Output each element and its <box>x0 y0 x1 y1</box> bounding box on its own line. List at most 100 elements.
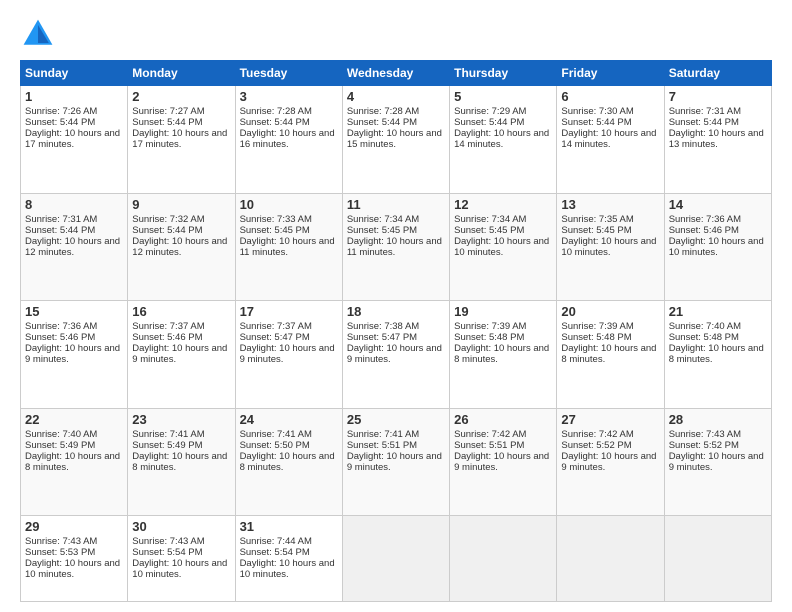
calendar-cell: 3 Sunrise: 7:28 AM Sunset: 5:44 PM Dayli… <box>235 86 342 194</box>
sunset: Sunset: 5:51 PM <box>347 440 417 451</box>
day-number: 9 <box>132 197 230 212</box>
day-number: 12 <box>454 197 552 212</box>
sunrise: Sunrise: 7:31 AM <box>25 214 97 225</box>
day-number: 29 <box>25 519 123 534</box>
daylight: Daylight: 10 hours and 9 minutes. <box>132 343 227 365</box>
sunrise: Sunrise: 7:41 AM <box>132 429 204 440</box>
sunrise: Sunrise: 7:43 AM <box>669 429 741 440</box>
calendar-cell <box>450 516 557 602</box>
sunset: Sunset: 5:47 PM <box>240 332 310 343</box>
calendar-cell: 18 Sunrise: 7:38 AM Sunset: 5:47 PM Dayl… <box>342 301 449 409</box>
calendar-cell: 6 Sunrise: 7:30 AM Sunset: 5:44 PM Dayli… <box>557 86 664 194</box>
sunrise: Sunrise: 7:37 AM <box>240 321 312 332</box>
sunrise: Sunrise: 7:44 AM <box>240 536 312 547</box>
calendar-cell: 27 Sunrise: 7:42 AM Sunset: 5:52 PM Dayl… <box>557 408 664 516</box>
sunrise: Sunrise: 7:40 AM <box>25 429 97 440</box>
sunset: Sunset: 5:44 PM <box>561 117 631 128</box>
sunset: Sunset: 5:48 PM <box>454 332 524 343</box>
logo-icon <box>20 16 56 52</box>
day-number: 19 <box>454 304 552 319</box>
day-number: 2 <box>132 89 230 104</box>
daylight: Daylight: 10 hours and 17 minutes. <box>25 128 120 150</box>
daylight: Daylight: 10 hours and 8 minutes. <box>240 451 335 473</box>
sunset: Sunset: 5:46 PM <box>132 332 202 343</box>
daylight: Daylight: 10 hours and 12 minutes. <box>25 236 120 258</box>
calendar-cell: 13 Sunrise: 7:35 AM Sunset: 5:45 PM Dayl… <box>557 193 664 301</box>
sunset: Sunset: 5:46 PM <box>25 332 95 343</box>
sunrise: Sunrise: 7:43 AM <box>25 536 97 547</box>
sunset: Sunset: 5:45 PM <box>240 225 310 236</box>
day-number: 31 <box>240 519 338 534</box>
daylight: Daylight: 10 hours and 17 minutes. <box>132 128 227 150</box>
logo <box>20 16 60 52</box>
daylight: Daylight: 10 hours and 10 minutes. <box>25 558 120 580</box>
calendar-cell: 9 Sunrise: 7:32 AM Sunset: 5:44 PM Dayli… <box>128 193 235 301</box>
calendar-cell: 20 Sunrise: 7:39 AM Sunset: 5:48 PM Dayl… <box>557 301 664 409</box>
day-number: 14 <box>669 197 767 212</box>
sunset: Sunset: 5:54 PM <box>132 547 202 558</box>
calendar-cell: 19 Sunrise: 7:39 AM Sunset: 5:48 PM Dayl… <box>450 301 557 409</box>
calendar-cell: 31 Sunrise: 7:44 AM Sunset: 5:54 PM Dayl… <box>235 516 342 602</box>
calendar-cell: 30 Sunrise: 7:43 AM Sunset: 5:54 PM Dayl… <box>128 516 235 602</box>
sunrise: Sunrise: 7:34 AM <box>347 214 419 225</box>
sunset: Sunset: 5:45 PM <box>561 225 631 236</box>
day-number: 21 <box>669 304 767 319</box>
daylight: Daylight: 10 hours and 15 minutes. <box>347 128 442 150</box>
daylight: Daylight: 10 hours and 9 minutes. <box>669 451 764 473</box>
week-row-4: 22 Sunrise: 7:40 AM Sunset: 5:49 PM Dayl… <box>21 408 772 516</box>
sunrise: Sunrise: 7:42 AM <box>454 429 526 440</box>
sunrise: Sunrise: 7:30 AM <box>561 106 633 117</box>
day-number: 4 <box>347 89 445 104</box>
sunset: Sunset: 5:54 PM <box>240 547 310 558</box>
calendar-cell <box>664 516 771 602</box>
daylight: Daylight: 10 hours and 9 minutes. <box>347 343 442 365</box>
daylight: Daylight: 10 hours and 8 minutes. <box>669 343 764 365</box>
day-number: 20 <box>561 304 659 319</box>
daylight: Daylight: 10 hours and 11 minutes. <box>347 236 442 258</box>
daylight: Daylight: 10 hours and 14 minutes. <box>561 128 656 150</box>
week-row-5: 29 Sunrise: 7:43 AM Sunset: 5:53 PM Dayl… <box>21 516 772 602</box>
day-number: 7 <box>669 89 767 104</box>
calendar-table: SundayMondayTuesdayWednesdayThursdayFrid… <box>20 60 772 602</box>
sunset: Sunset: 5:51 PM <box>454 440 524 451</box>
weekday-sunday: Sunday <box>21 61 128 86</box>
daylight: Daylight: 10 hours and 10 minutes. <box>132 558 227 580</box>
daylight: Daylight: 10 hours and 13 minutes. <box>669 128 764 150</box>
daylight: Daylight: 10 hours and 8 minutes. <box>132 451 227 473</box>
sunrise: Sunrise: 7:32 AM <box>132 214 204 225</box>
day-number: 23 <box>132 412 230 427</box>
sunset: Sunset: 5:45 PM <box>347 225 417 236</box>
sunrise: Sunrise: 7:28 AM <box>240 106 312 117</box>
sunset: Sunset: 5:44 PM <box>25 225 95 236</box>
sunset: Sunset: 5:49 PM <box>132 440 202 451</box>
daylight: Daylight: 10 hours and 12 minutes. <box>132 236 227 258</box>
sunrise: Sunrise: 7:41 AM <box>347 429 419 440</box>
sunrise: Sunrise: 7:28 AM <box>347 106 419 117</box>
day-number: 5 <box>454 89 552 104</box>
calendar-cell: 29 Sunrise: 7:43 AM Sunset: 5:53 PM Dayl… <box>21 516 128 602</box>
sunrise: Sunrise: 7:26 AM <box>25 106 97 117</box>
daylight: Daylight: 10 hours and 9 minutes. <box>454 451 549 473</box>
sunrise: Sunrise: 7:36 AM <box>25 321 97 332</box>
day-number: 11 <box>347 197 445 212</box>
calendar-cell <box>557 516 664 602</box>
week-row-3: 15 Sunrise: 7:36 AM Sunset: 5:46 PM Dayl… <box>21 301 772 409</box>
sunset: Sunset: 5:50 PM <box>240 440 310 451</box>
day-number: 22 <box>25 412 123 427</box>
sunrise: Sunrise: 7:43 AM <box>132 536 204 547</box>
header <box>20 16 772 52</box>
day-number: 26 <box>454 412 552 427</box>
sunset: Sunset: 5:53 PM <box>25 547 95 558</box>
calendar-cell: 17 Sunrise: 7:37 AM Sunset: 5:47 PM Dayl… <box>235 301 342 409</box>
daylight: Daylight: 10 hours and 11 minutes. <box>240 236 335 258</box>
day-number: 10 <box>240 197 338 212</box>
sunrise: Sunrise: 7:37 AM <box>132 321 204 332</box>
calendar-cell: 16 Sunrise: 7:37 AM Sunset: 5:46 PM Dayl… <box>128 301 235 409</box>
daylight: Daylight: 10 hours and 9 minutes. <box>347 451 442 473</box>
day-number: 3 <box>240 89 338 104</box>
sunset: Sunset: 5:44 PM <box>132 225 202 236</box>
weekday-wednesday: Wednesday <box>342 61 449 86</box>
sunset: Sunset: 5:44 PM <box>454 117 524 128</box>
day-number: 15 <box>25 304 123 319</box>
daylight: Daylight: 10 hours and 8 minutes. <box>25 451 120 473</box>
